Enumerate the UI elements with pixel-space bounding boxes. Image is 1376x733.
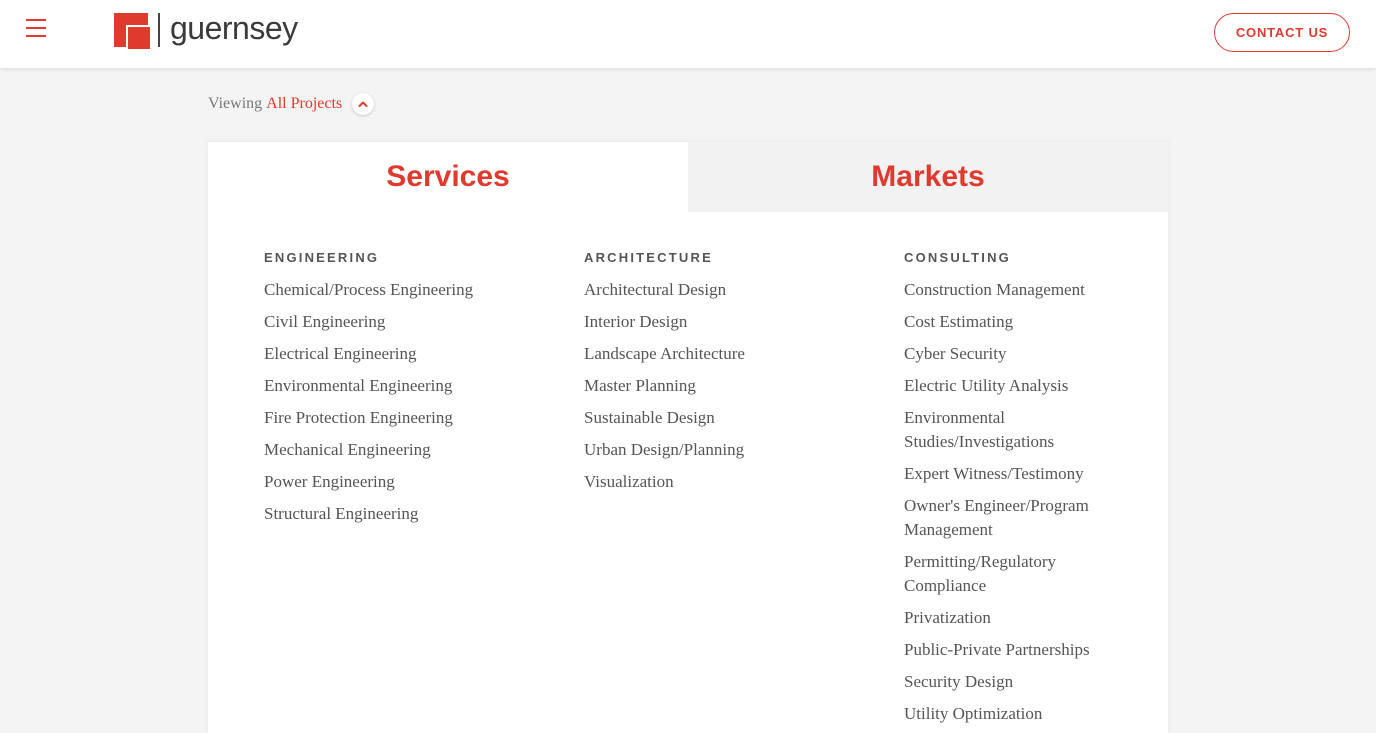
tab-services[interactable]: Services (208, 142, 688, 212)
column-heading: CONSULTING (904, 250, 1011, 265)
service-link[interactable]: Master Planning (584, 374, 794, 398)
service-link[interactable]: Electric Utility Analysis (904, 374, 1114, 398)
contact-us-button[interactable]: CONTACT US (1214, 13, 1350, 52)
service-link[interactable]: Privatization (904, 606, 1114, 630)
service-link[interactable]: Cost Estimating (904, 310, 1114, 334)
service-link[interactable]: Owner's Engineer/Program Management (904, 494, 1114, 542)
service-link[interactable]: Sustainable Design (584, 406, 794, 430)
panel-tabs: Services Markets (208, 142, 1168, 212)
viewing-filter: Viewing All Projects (208, 93, 375, 115)
service-link[interactable]: Permitting/Regulatory Compliance (904, 550, 1114, 598)
service-link[interactable]: Urban Design/Planning (584, 438, 794, 462)
service-link[interactable]: Cyber Security (904, 342, 1114, 366)
menu-icon[interactable] (26, 19, 48, 37)
service-link[interactable]: Public-Private Partnerships (904, 638, 1114, 662)
viewing-prefix: Viewing (208, 95, 263, 112)
tab-markets[interactable]: Markets (688, 142, 1168, 212)
collapse-toggle-button[interactable] (352, 93, 375, 115)
service-link[interactable]: Utility Optimization (904, 702, 1114, 726)
service-list: Chemical/Process Engineering Civil Engine… (264, 278, 584, 526)
logo-mark-icon (114, 13, 150, 49)
service-link[interactable]: Fire Protection Engineering (264, 406, 474, 430)
service-link[interactable]: Construction Management (904, 278, 1114, 302)
service-link[interactable]: Mechanical Engineering (264, 438, 474, 462)
service-list: Construction Management Cost Estimating Cy… (904, 278, 1224, 726)
chevron-up-icon (358, 101, 368, 107)
service-link[interactable]: Visualization (584, 470, 794, 494)
service-link[interactable]: Security Design (904, 670, 1114, 694)
service-link[interactable]: Electrical Engineering (264, 342, 474, 366)
service-link[interactable]: Environmental Engineering (264, 374, 474, 398)
logo[interactable]: guernsey (114, 10, 298, 50)
service-link[interactable]: Environmental Studies/Investigations (904, 406, 1114, 454)
filter-panel: Services Markets ENGINEERING Chemical/Pro… (208, 142, 1168, 733)
service-column-architecture: ARCHITECTURE Architectural Design Interior… (584, 250, 904, 733)
service-link[interactable]: Architectural Design (584, 278, 794, 302)
service-link[interactable]: Interior Design (584, 310, 794, 334)
service-column-consulting: CONSULTING Construction Management Cost Es… (904, 250, 1224, 733)
site-header: guernsey CONTACT US (0, 0, 1376, 68)
service-list: Architectural Design Interior Design Lands… (584, 278, 904, 494)
service-column-engineering: ENGINEERING Chemical/Process Engineering C… (264, 250, 584, 733)
logo-divider (158, 13, 160, 47)
viewing-filter-value[interactable]: All Projects (266, 95, 342, 113)
service-link[interactable]: Landscape Architecture (584, 342, 794, 366)
logo-text: guernsey (170, 10, 298, 46)
service-link[interactable]: Chemical/Process Engineering (264, 278, 474, 302)
column-heading: ARCHITECTURE (584, 250, 713, 265)
service-link[interactable]: Civil Engineering (264, 310, 474, 334)
service-columns: ENGINEERING Chemical/Process Engineering C… (264, 250, 1224, 733)
service-link[interactable]: Expert Witness/Testimony (904, 462, 1114, 486)
column-heading: ENGINEERING (264, 250, 380, 265)
service-link[interactable]: Power Engineering (264, 470, 474, 494)
service-link[interactable]: Structural Engineering (264, 502, 474, 526)
